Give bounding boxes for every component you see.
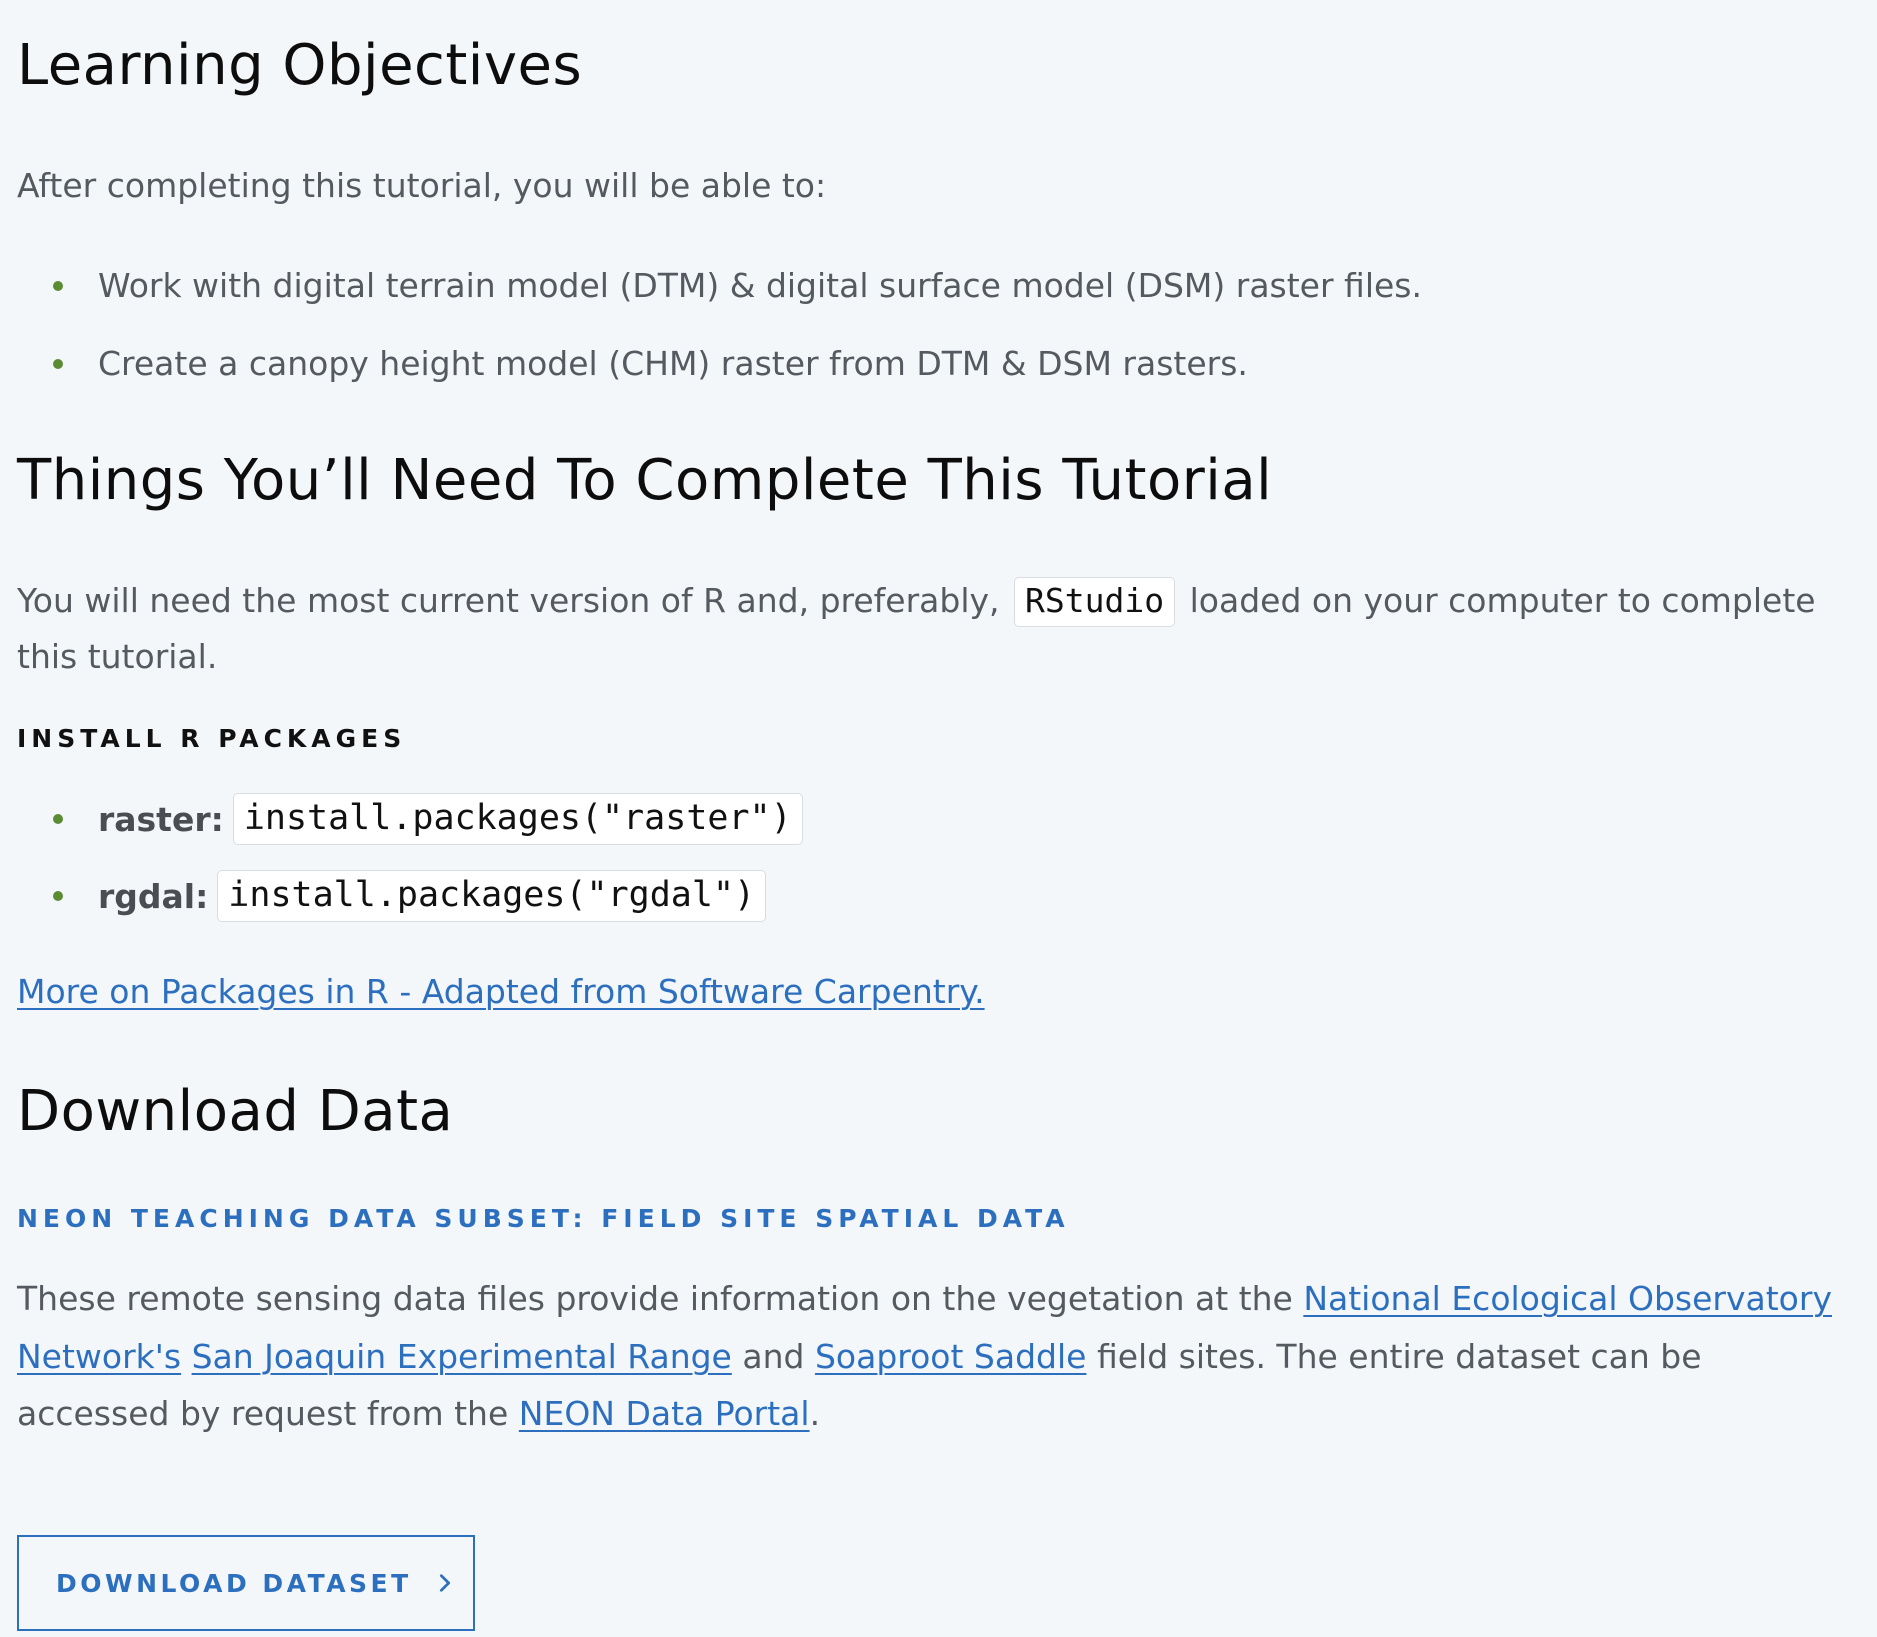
more-packages-link[interactable]: More on Packages in R - Adapted from Sof… [17, 972, 985, 1011]
chevron-right-icon [439, 1574, 450, 1592]
learning-objectives-heading: Learning Objectives [17, 33, 583, 98]
objective-item: Create a canopy height model (CHM) raste… [17, 340, 1422, 387]
download-dataset-button[interactable]: Download Dataset [17, 1535, 475, 1631]
objectives-list: Work with digital terrain model (DTM) & … [17, 262, 1422, 387]
packages-list: raster: install.packages("raster") rgdal… [17, 789, 803, 926]
install-packages-heading: Install R Packages [17, 724, 407, 753]
requirements-heading: Things You’ll Need To Complete This Tuto… [17, 448, 1273, 513]
objective-item: Work with digital terrain model (DTM) & … [17, 262, 1422, 309]
neon-observatory-link-text: National Ecological Observatory [1303, 1279, 1832, 1318]
neon-observatory-link-text-continued: Network's [17, 1336, 182, 1376]
bullet-icon [53, 280, 63, 291]
data-subset-heading: NEON Teaching Data Subset: Field Site Sp… [17, 1204, 1070, 1233]
objective-text: Work with digital terrain model (DTM) & … [98, 266, 1422, 305]
more-packages-paragraph: More on Packages in R - Adapted from Sof… [17, 972, 985, 1011]
package-item: rgdal: install.packages("rgdal") [17, 866, 803, 926]
download-text-2-continued: accessed by request from the [17, 1394, 509, 1433]
soaproot-saddle-link[interactable]: Soaproot Saddle [815, 1337, 1087, 1376]
package-install-command: install.packages("raster") [232, 793, 803, 845]
download-text-and: and [742, 1336, 805, 1376]
objectives-intro: After completing this tutorial, you will… [17, 166, 827, 205]
bullet-icon [53, 358, 63, 369]
requirements-text-line2: this tutorial. [17, 637, 218, 676]
download-description: These remote sensing data files provide … [17, 1270, 1867, 1443]
download-text-end: . [809, 1394, 821, 1433]
objective-text: Create a canopy height model (CHM) raste… [98, 344, 1248, 383]
package-name: raster: [98, 799, 224, 839]
tutorial-page: Learning Objectives After completing thi… [0, 0, 1877, 1637]
rstudio-code: RStudio [1014, 577, 1176, 627]
requirements-text-before: You will need the most current version o… [17, 581, 1000, 620]
bullet-icon [53, 814, 63, 824]
download-dataset-label: Download Dataset [56, 1568, 412, 1598]
requirements-text-after: loaded on your computer to complete [1189, 581, 1816, 620]
download-data-heading: Download Data [17, 1079, 454, 1144]
download-text-1: These remote sensing data files provide … [17, 1279, 1293, 1318]
requirements-text: You will need the most current version o… [17, 573, 1816, 685]
san-joaquin-link[interactable]: San Joaquin Experimental Range [192, 1337, 732, 1376]
package-name: rgdal: [98, 876, 209, 916]
package-item: raster: install.packages("raster") [17, 789, 803, 849]
bullet-icon [53, 891, 63, 901]
neon-data-portal-link[interactable]: NEON Data Portal [519, 1394, 810, 1433]
download-text-2: field sites. The entire dataset can be [1096, 1336, 1702, 1376]
package-install-command: install.packages("rgdal") [217, 870, 767, 922]
